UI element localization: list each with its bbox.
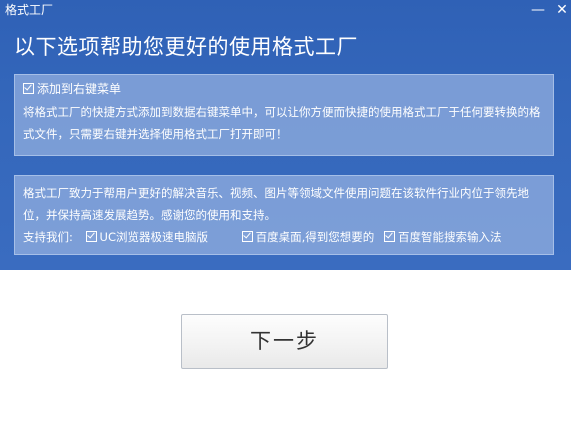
support-item-label: UC浏览器极速电脑版 [99,230,208,244]
about-text: 格式工厂致力于帮用户更好的解决音乐、视频、图片等领域文件使用问题在该软件行业内位… [23,186,529,222]
context-menu-option[interactable]: 添加到右键菜单 [23,81,121,97]
baidu-input-checkbox[interactable] [383,230,395,242]
context-menu-checkbox[interactable] [23,82,34,94]
about-panel: 格式工厂致力于帮用户更好的解决音乐、视频、图片等领域文件使用问题在该软件行业内位… [14,175,554,255]
close-button[interactable]: ✕ [551,0,571,20]
support-label: 支持我们: [23,230,73,244]
baidu-desktop-checkbox[interactable] [241,230,253,242]
context-menu-label: 添加到右键菜单 [37,82,122,96]
checkmark-icon [86,230,95,239]
next-step-button[interactable]: 下一步 [181,314,388,369]
support-item-label: 百度智能搜索输入法 [397,230,502,244]
context-menu-description: 将格式工厂的快捷方式添加到数据右键菜单中，可以让你方便而快捷的使用格式工厂于任何… [23,105,541,141]
header-area: 格式工厂 — ✕ 以下选项帮助您更好的使用格式工厂 添加到右键菜单 将格式工厂的… [0,0,571,270]
minimize-button[interactable]: — [527,0,549,20]
support-row: 支持我们: UC浏览器极速电脑版 百度桌面,得到您想要的 百度智能搜索输入法 [23,228,501,246]
uc-browser-checkbox[interactable] [85,230,97,242]
support-item-baidu-desktop[interactable]: 百度桌面,得到您想要的 [241,228,375,246]
window-title: 格式工厂 [5,3,54,17]
checkmark-icon [24,82,32,91]
support-item-uc-browser[interactable]: UC浏览器极速电脑版 [85,228,208,246]
support-item-baidu-input[interactable]: 百度智能搜索输入法 [383,228,502,246]
checkmark-icon [242,230,251,239]
title-bar: 格式工厂 — ✕ [0,0,571,22]
context-menu-panel: 添加到右键菜单 将格式工厂的快捷方式添加到数据右键菜单中，可以让你方便而快捷的使… [14,74,554,156]
checkmark-icon [385,230,393,239]
page-heading: 以下选项帮助您更好的使用格式工厂 [14,35,358,59]
support-item-label: 百度桌面,得到您想要的 [255,230,375,244]
